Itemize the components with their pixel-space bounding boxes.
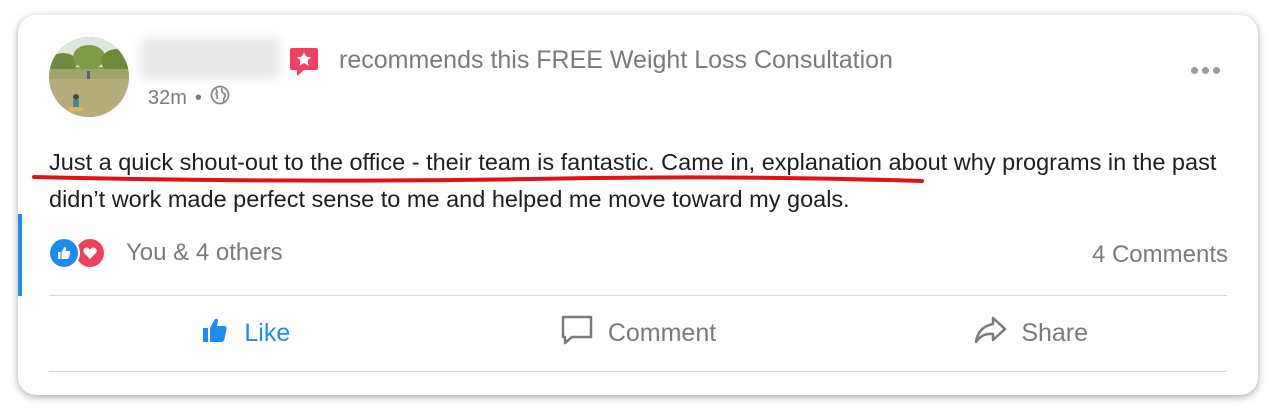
reaction-summary-text: You & 4 others <box>126 239 283 266</box>
post-meta: 32m • <box>148 85 230 111</box>
meta-separator: • <box>194 86 202 109</box>
thumbs-up-icon <box>200 315 230 352</box>
like-label: Like <box>244 318 291 347</box>
share-label: Share <box>1021 318 1089 347</box>
action-bar: Like Comment Share <box>49 297 1227 369</box>
divider-top <box>49 295 1227 296</box>
divider-bottom <box>49 371 1227 372</box>
recommend-text: recommends this FREE Weight Loss Consult… <box>339 46 893 74</box>
left-accent-bar <box>18 214 22 296</box>
highlight-underline <box>32 175 924 183</box>
post-card: recommends this FREE Weight Loss Consult… <box>18 15 1258 395</box>
comments-count-link[interactable]: 4 Comments <box>1092 241 1228 269</box>
like-button[interactable]: Like <box>49 297 442 369</box>
reactions-summary[interactable]: You & 4 others <box>48 237 283 269</box>
share-icon <box>973 315 1007 352</box>
comment-label: Comment <box>607 318 717 347</box>
comment-button[interactable]: Comment <box>442 297 835 369</box>
share-button[interactable]: Share <box>834 297 1227 369</box>
recommendation-badge-icon <box>288 46 320 83</box>
avatar[interactable] <box>49 37 129 117</box>
author-name-redacted[interactable] <box>140 37 280 79</box>
more-options-icon[interactable] <box>1191 67 1220 74</box>
globe-icon <box>210 85 230 111</box>
like-icon <box>48 237 80 269</box>
post-time[interactable]: 32m <box>148 87 187 110</box>
comment-icon <box>560 314 594 353</box>
